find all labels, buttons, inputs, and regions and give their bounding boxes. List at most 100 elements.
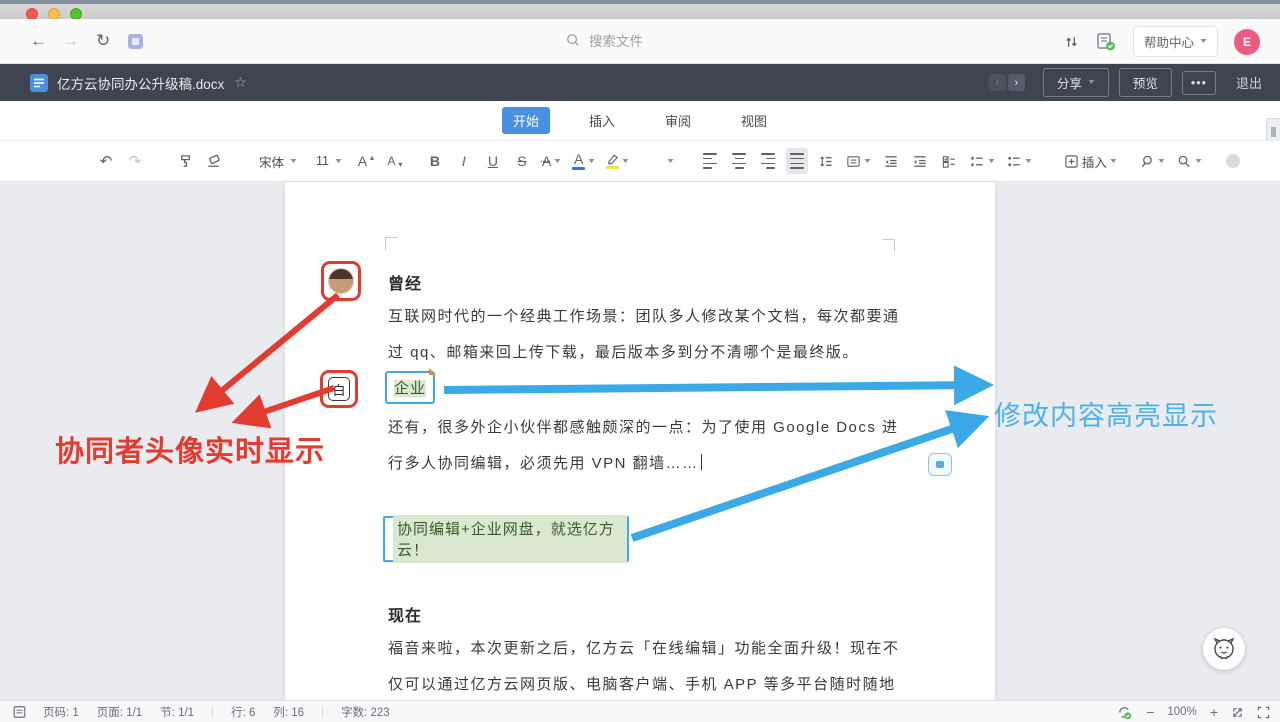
help-center-label: 帮助中心	[1144, 32, 1194, 51]
status-column: 列: 16	[273, 704, 304, 720]
fit-width-icon[interactable]	[1231, 706, 1244, 719]
doc-paragraph-2: 还有，很多外企小伙伴都感触颇深的一点：为了使用 Google Docs 进行多人…	[388, 410, 900, 482]
text-effect-button[interactable]: A▼	[540, 148, 563, 174]
insert-label: 插入	[1082, 152, 1107, 171]
sync-ok-icon[interactable]	[1116, 705, 1133, 720]
share-label: 分享	[1057, 73, 1082, 92]
tab-review[interactable]: 审阅	[654, 107, 702, 134]
font-family-value: 宋体	[259, 152, 284, 171]
annotation-red-label: 协同者头像实时显示	[55, 428, 325, 470]
reload-icon[interactable]: ↻	[96, 31, 110, 51]
text-cursor	[701, 454, 703, 470]
doc-paragraph-1: 互联网时代的一个经典工作场景：团队多人修改某个文档，每次都要通过 qq、邮箱来回…	[388, 299, 900, 371]
zoom-level[interactable]: 100%	[1167, 706, 1196, 718]
comment-icon[interactable]	[928, 453, 952, 476]
indent-decrease-button[interactable]	[880, 148, 902, 174]
extension-icon[interactable]	[128, 34, 143, 49]
align-justify-button[interactable]	[786, 148, 808, 174]
document-page[interactable]: 曾经 互联网时代的一个经典工作场景：团队多人修改某个文档，每次都要通过 qq、邮…	[285, 182, 995, 700]
bullet-list-button[interactable]: ▼	[1004, 148, 1034, 174]
app-window: ← → ↻ 搜索文件 帮助中心 ▼ E 亿方云协同办公升级稿.docx ☆ ‹ …	[0, 0, 1280, 722]
align-left-button[interactable]	[699, 148, 721, 174]
align-center-icon	[732, 151, 746, 170]
undo-button[interactable]: ↶	[95, 148, 117, 174]
indent-increase-icon	[912, 154, 928, 169]
chevron-down-icon: ▼	[987, 158, 997, 165]
chevron-down-icon: ▼	[665, 158, 675, 165]
user-avatar[interactable]: E	[1234, 29, 1260, 55]
chevron-down-icon: ▼	[1156, 158, 1166, 165]
tab-view[interactable]: 视图	[730, 107, 778, 134]
annotation-blue-label: 修改内容高亮显示	[994, 394, 1218, 433]
chevron-down-icon: ▼	[1193, 158, 1203, 165]
chevron-down-icon: ▼	[1087, 79, 1097, 86]
bold-button[interactable]: B	[424, 148, 446, 174]
align-justify-icon	[790, 151, 804, 170]
preview-button[interactable]: 预览	[1119, 68, 1172, 97]
more-icon: •••	[1191, 76, 1207, 90]
preview-label: 预览	[1133, 73, 1158, 92]
align-center-button[interactable]	[728, 148, 750, 174]
collaborator-photo	[328, 268, 354, 294]
numbered-list-button[interactable]: ▼	[967, 148, 997, 174]
tab-start[interactable]: 开始	[502, 107, 550, 134]
doc-file-icon	[30, 74, 48, 92]
highlighter-icon	[606, 153, 619, 165]
grow-font-button[interactable]: A▴	[355, 148, 377, 174]
find-button[interactable]: ▼	[1174, 148, 1204, 174]
more-text-style-button[interactable]: ▼	[659, 148, 681, 174]
insert-button[interactable]: 插入 ▼	[1062, 148, 1119, 174]
bullet-list-icon	[1006, 154, 1022, 169]
zoom-in-icon[interactable]: +	[1210, 705, 1218, 719]
highlighted-edit-box: 企业	[385, 371, 435, 404]
indent-increase-button[interactable]	[909, 148, 931, 174]
search-bar[interactable]: 搜索文件	[566, 30, 643, 50]
grow-font-label: A	[358, 153, 367, 169]
prev-page-icon[interactable]: ‹	[989, 74, 1006, 91]
status-line: 行: 6	[231, 704, 255, 720]
zoom-out-icon[interactable]: −	[1146, 705, 1154, 719]
exit-button[interactable]: 退出	[1236, 73, 1262, 92]
fullscreen-icon[interactable]	[1257, 706, 1270, 719]
search-icon	[566, 33, 580, 47]
line-spacing-button[interactable]	[815, 148, 837, 174]
italic-button[interactable]: I	[453, 148, 475, 174]
star-icon[interactable]: ☆	[234, 74, 247, 91]
underline-button[interactable]: U	[482, 148, 504, 174]
font-family-select[interactable]: 宋体 ▼	[253, 148, 303, 174]
strikethrough-button[interactable]: S	[511, 148, 533, 174]
task-list-button[interactable]	[938, 148, 960, 174]
shrink-font-button[interactable]: A▾	[384, 148, 406, 174]
chevron-down-icon: ▼	[863, 158, 873, 165]
next-page-icon[interactable]: ›	[1008, 74, 1025, 91]
help-center-button[interactable]: 帮助中心 ▼	[1133, 26, 1218, 57]
font-size-select[interactable]: 11 ▼	[310, 148, 348, 174]
sort-icon[interactable]	[1064, 34, 1079, 50]
paragraph-spacing-button[interactable]: ▼	[844, 148, 873, 174]
select-tool-button[interactable]: ▼	[1137, 148, 1167, 174]
highlight-color-button[interactable]: ▼	[604, 148, 631, 174]
forward-icon[interactable]: →	[62, 31, 79, 51]
tab-insert[interactable]: 插入	[578, 107, 626, 134]
back-icon[interactable]: ←	[30, 31, 47, 51]
document-area: 曾经 互联网时代的一个经典工作场景：团队多人修改某个文档，每次都要通过 qq、邮…	[0, 182, 1280, 700]
search-placeholder: 搜索文件	[589, 30, 643, 50]
font-color-button[interactable]: A ▼	[570, 148, 597, 174]
redo-button[interactable]: ↷	[124, 148, 146, 174]
undo-icon: ↶	[100, 152, 113, 170]
doc-heading-2: 现在	[388, 602, 422, 626]
page-info-icon[interactable]	[12, 705, 27, 719]
more-button[interactable]: •••	[1182, 71, 1216, 95]
align-right-button[interactable]	[757, 148, 779, 174]
highlighted-word: 企业	[394, 380, 426, 397]
format-painter-icon	[178, 154, 193, 169]
clear-format-button[interactable]	[203, 148, 225, 174]
share-button[interactable]: 分享 ▼	[1043, 68, 1109, 97]
doc-heading-1: 曾经	[388, 270, 422, 294]
feedback-widget[interactable]	[1203, 628, 1245, 670]
doc-sync-check-icon[interactable]	[1095, 32, 1117, 52]
format-painter-button[interactable]	[174, 148, 196, 174]
chevron-down-icon: ▼	[1199, 38, 1209, 45]
task-list-icon	[941, 154, 957, 169]
status-circle-button[interactable]	[1222, 148, 1244, 174]
